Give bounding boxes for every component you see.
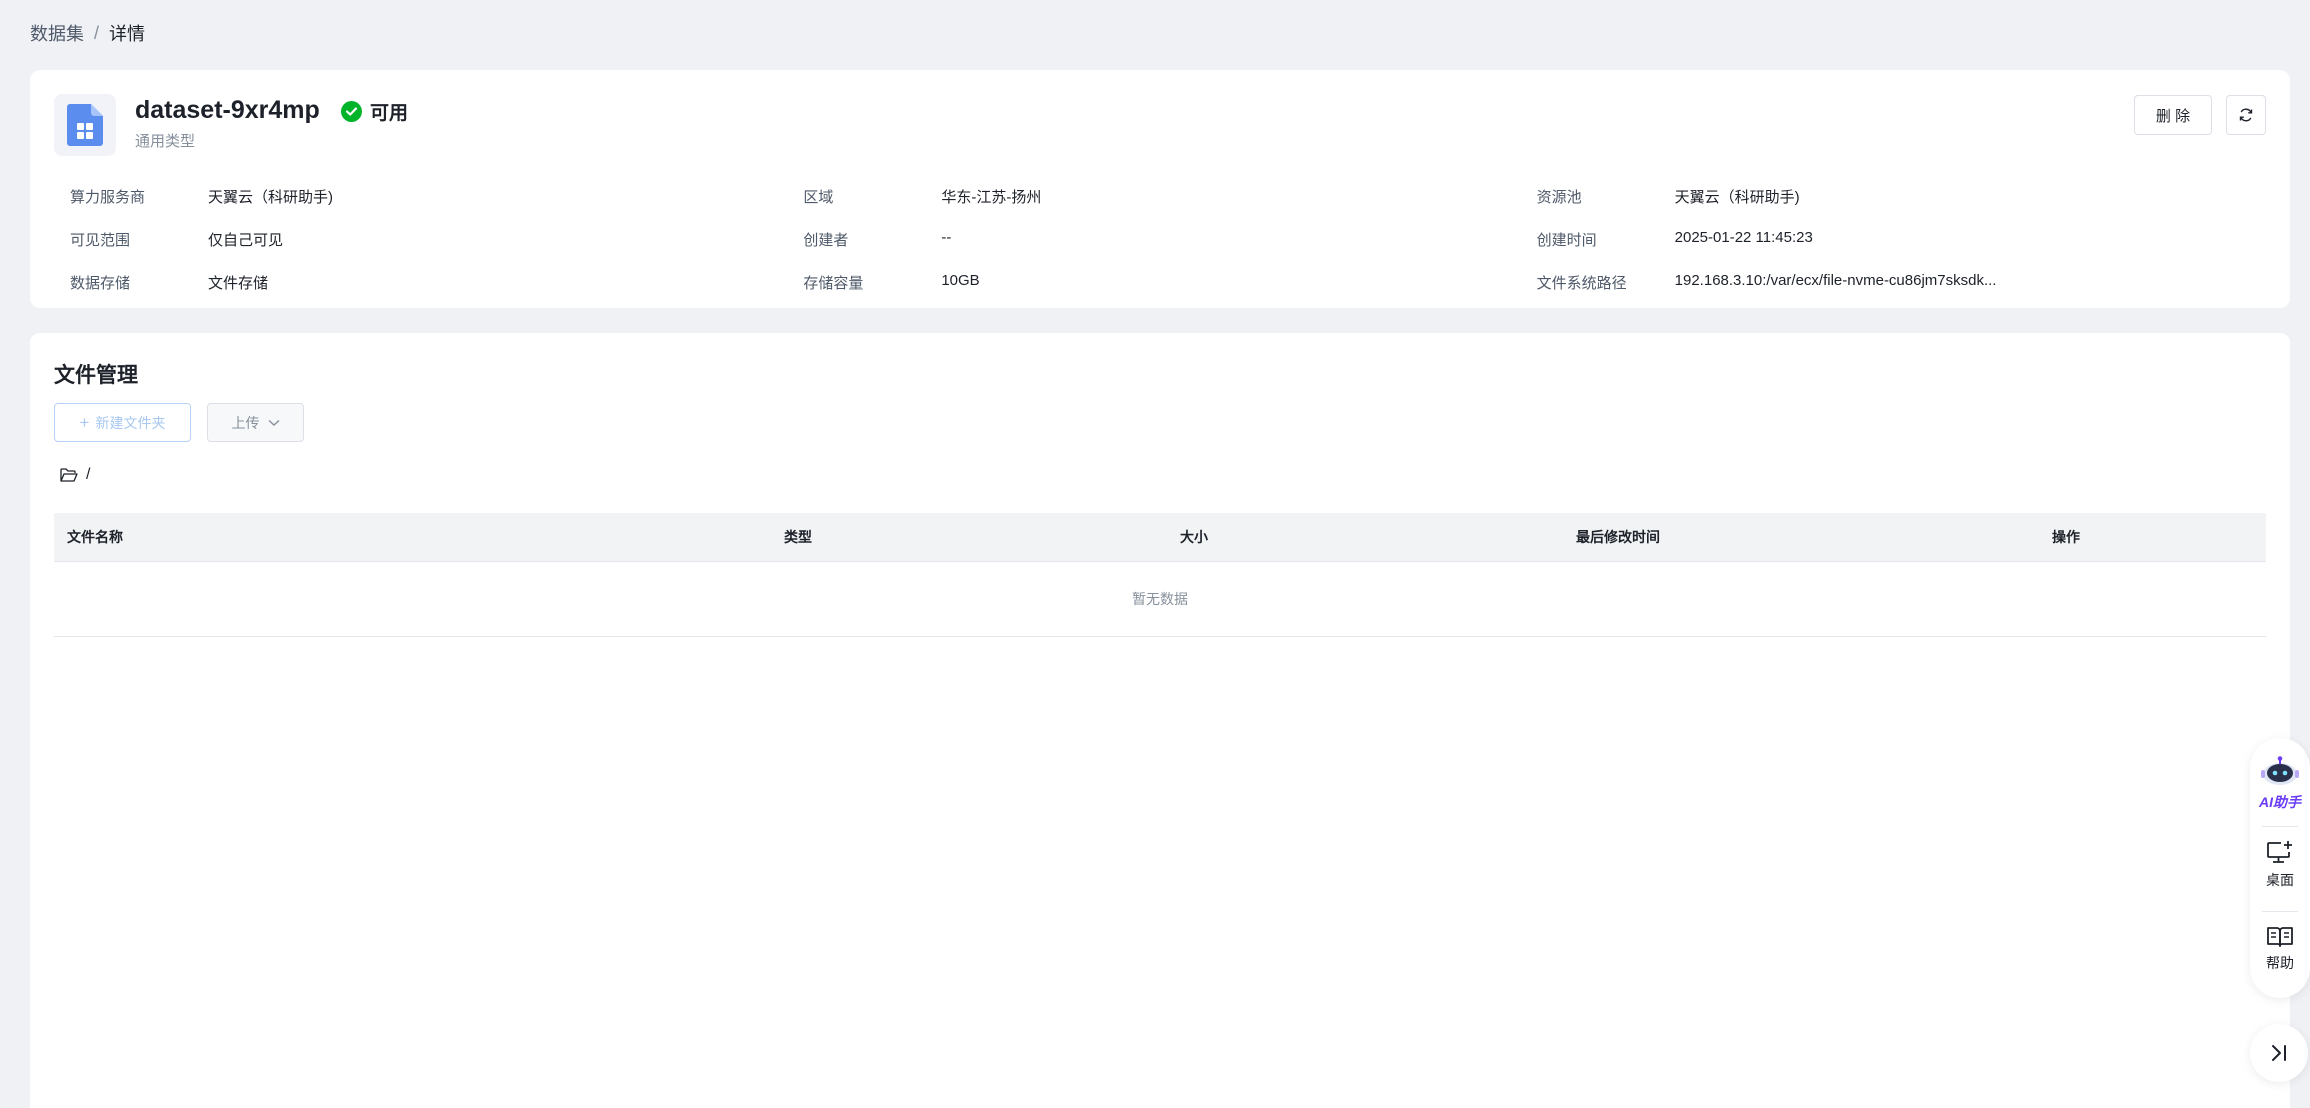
desktop-button[interactable]: 桌面 <box>2250 840 2310 890</box>
file-management-title: 文件管理 <box>54 364 138 387</box>
new-folder-button[interactable]: + 新建文件夹 <box>54 403 191 442</box>
meta-creator: 创建者 -- <box>803 229 1536 250</box>
breadcrumb-separator: / <box>94 22 100 43</box>
meta-storage: 数据存储 文件存储 <box>70 272 803 293</box>
meta-label: 文件系统路径 <box>1536 275 1627 292</box>
desktop-plus-icon <box>2267 841 2292 863</box>
meta-provider: 算力服务商 天翼云（科研助手) <box>70 186 803 207</box>
file-table: 文件名称 类型 大小 最后修改时间 操作 暂无数据 <box>54 513 2266 637</box>
meta-value: 2025-01-22 11:45:23 <box>1674 229 1813 246</box>
meta-created-time: 创建时间 2025-01-22 11:45:23 <box>1537 229 2270 250</box>
collapse-panel-button[interactable] <box>2250 1024 2308 1082</box>
table-header: 文件名称 类型 大小 最后修改时间 操作 <box>54 513 2266 562</box>
folder-open-icon <box>60 467 78 482</box>
delete-button[interactable]: 删 除 <box>2134 95 2212 135</box>
meta-value: 文件存储 <box>208 275 269 292</box>
status-badge: 可用 <box>341 98 408 125</box>
refresh-icon <box>2239 108 2253 122</box>
meta-value: 10GB <box>941 272 980 289</box>
column-header-size: 大小 <box>1180 529 1208 545</box>
upload-dropdown-button[interactable]: 上传 <box>207 403 304 442</box>
dataset-name: dataset-9xr4mp <box>135 96 320 124</box>
meta-row: 可见范围 仅自己可见 创建者 -- 创建时间 2025-01-22 11:45:… <box>70 218 2270 261</box>
meta-label: 创建者 <box>803 232 849 249</box>
page: 数据集 / 详情 dataset-9xr4mp 可用 通用类型 删 除 算力服务… <box>6 0 2310 1108</box>
dataset-meta-grid: 算力服务商 天翼云（科研助手) 区域 华东-江苏-扬州 资源池 天翼云（科研助手… <box>70 175 2270 304</box>
ai-assistant-button[interactable]: AI助手 <box>2250 756 2310 812</box>
check-circle-icon <box>341 101 362 122</box>
help-label: 帮助 <box>2266 955 2294 971</box>
meta-row: 算力服务商 天翼云（科研助手) 区域 华东-江苏-扬州 资源池 天翼云（科研助手… <box>70 175 2270 218</box>
breadcrumb-parent[interactable]: 数据集 <box>30 20 84 46</box>
robot-icon <box>2261 756 2299 785</box>
upload-label: 上传 <box>231 414 260 431</box>
meta-label: 存储容量 <box>803 275 864 292</box>
ai-assistant-label: AI助手 <box>2259 794 2301 810</box>
meta-row: 数据存储 文件存储 存储容量 10GB 文件系统路径 192.168.3.10:… <box>70 261 2270 304</box>
meta-fs-path: 文件系统路径 192.168.3.10:/var/ecx/file-nvme-c… <box>1537 272 2270 293</box>
file-management-card: 文件管理 + 新建文件夹 上传 / 文件名称 类型 大小 最后修改时间 操作 暂… <box>30 333 2290 1108</box>
meta-label: 数据存储 <box>70 275 131 292</box>
dataset-info-card: dataset-9xr4mp 可用 通用类型 删 除 算力服务商 天翼云（科研助… <box>30 70 2290 308</box>
meta-value[interactable]: 192.168.3.10:/var/ecx/file-nvme-cu86jm7s… <box>1675 272 1997 293</box>
breadcrumb-current: 详情 <box>109 24 146 44</box>
refresh-button[interactable] <box>2226 95 2266 135</box>
breadcrumb: 数据集 / 详情 <box>30 20 145 46</box>
column-header-actions: 操作 <box>2052 529 2080 545</box>
status-text: 可用 <box>370 103 409 124</box>
meta-label: 区域 <box>803 189 834 206</box>
chevron-down-icon <box>268 419 279 426</box>
collapse-right-icon <box>2272 1045 2286 1061</box>
current-path: / <box>60 466 90 484</box>
meta-value: 仅自己可见 <box>208 232 284 249</box>
meta-label: 资源池 <box>1536 189 1582 206</box>
meta-value: 天翼云（科研助手) <box>208 189 333 206</box>
desktop-label: 桌面 <box>2266 872 2294 888</box>
meta-value: 天翼云（科研助手) <box>1674 189 1800 206</box>
dataset-file-icon <box>54 94 116 156</box>
meta-label: 可见范围 <box>70 232 131 249</box>
meta-value: 华东-江苏-扬州 <box>941 189 1042 206</box>
column-header-type: 类型 <box>784 529 812 545</box>
book-icon <box>2267 927 2293 947</box>
meta-label: 创建时间 <box>1536 232 1597 249</box>
new-folder-label: 新建文件夹 <box>95 414 166 431</box>
help-button[interactable]: 帮助 <box>2250 925 2310 973</box>
plus-icon: + <box>79 413 90 432</box>
column-header-name: 文件名称 <box>67 529 123 545</box>
divider <box>2262 911 2298 912</box>
meta-value: -- <box>941 229 952 246</box>
divider <box>2262 826 2298 827</box>
meta-resource-pool: 资源池 天翼云（科研助手) <box>1537 186 2270 207</box>
meta-label: 算力服务商 <box>70 189 146 206</box>
meta-visibility: 可见范围 仅自己可见 <box>70 229 803 250</box>
dataset-type: 通用类型 <box>135 133 196 150</box>
column-header-modified: 最后修改时间 <box>1576 529 1660 545</box>
path-text[interactable]: / <box>86 466 90 484</box>
floating-toolbar: AI助手 桌面 帮助 <box>2250 738 2310 998</box>
empty-state: 暂无数据 <box>54 562 2266 637</box>
meta-region: 区域 华东-江苏-扬州 <box>803 186 1536 207</box>
meta-capacity: 存储容量 10GB <box>803 272 1536 293</box>
